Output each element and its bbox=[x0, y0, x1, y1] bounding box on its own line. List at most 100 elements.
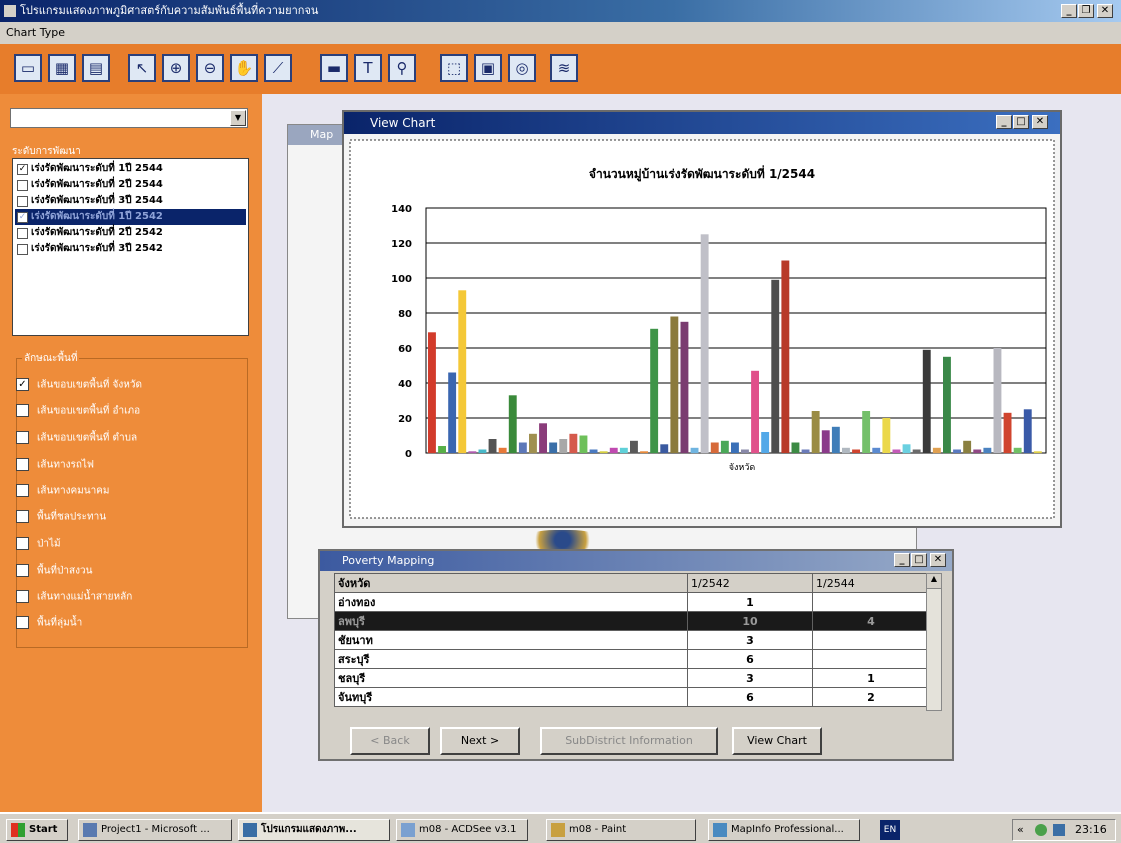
table-cell[interactable]: ชลบุรี bbox=[334, 668, 688, 688]
layer-control-icon[interactable]: ≋ bbox=[550, 54, 578, 82]
checkbox[interactable] bbox=[16, 484, 29, 497]
table-row[interactable]: ลพบุรี 10 4 bbox=[334, 611, 930, 631]
checkbox[interactable] bbox=[16, 404, 29, 417]
list-item[interactable]: เร่งรัดพัฒนาระดับที่ 2ปี 2542 bbox=[15, 225, 246, 241]
view-chart-button[interactable]: View Chart bbox=[732, 727, 822, 755]
grid-icon[interactable]: ▦ bbox=[48, 54, 76, 82]
pan-hand-icon[interactable]: ✋ bbox=[230, 54, 258, 82]
chart-window-title[interactable]: View Chart bbox=[344, 112, 1060, 134]
subdistrict-info-button[interactable]: SubDistrict Information bbox=[540, 727, 718, 755]
area-item[interactable]: พื้นที่ป่าสงวน bbox=[16, 564, 92, 579]
layers-icon[interactable]: ▤ bbox=[82, 54, 110, 82]
select-radius-icon[interactable]: ◎ bbox=[508, 54, 536, 82]
menu-chart-type[interactable]: Chart Type bbox=[6, 26, 65, 39]
chart-minimize-button[interactable]: _ bbox=[996, 115, 1012, 129]
chevron-down-icon[interactable]: ▼ bbox=[230, 110, 246, 126]
poverty-window-title[interactable]: Poverty Mapping bbox=[320, 551, 952, 571]
language-indicator[interactable]: EN bbox=[880, 820, 900, 840]
select-arrow-icon[interactable]: ↖ bbox=[128, 54, 156, 82]
area-item[interactable]: เส้นขอบเขตพื้นที่ ตำบล bbox=[16, 431, 137, 446]
table-row[interactable]: อ่างทอง 1 bbox=[334, 592, 930, 612]
checkbox[interactable] bbox=[16, 510, 29, 523]
checkbox[interactable]: ✓ bbox=[16, 378, 29, 391]
table-cell[interactable]: อ่างทอง bbox=[334, 592, 688, 612]
checkbox[interactable] bbox=[16, 616, 29, 629]
checkbox[interactable] bbox=[16, 590, 29, 603]
back-button[interactable]: < Back bbox=[350, 727, 430, 755]
table-cell[interactable]: 4 bbox=[812, 611, 930, 631]
table-cell[interactable]: 1 bbox=[812, 668, 930, 688]
list-item[interactable]: เร่งรัดพัฒนาระดับที่ 3ปี 2544 bbox=[15, 193, 246, 209]
table-cell[interactable]: สระบุรี bbox=[334, 649, 688, 669]
column-header[interactable]: 1/2544 bbox=[812, 573, 930, 593]
table-cell[interactable]: 3 bbox=[687, 630, 813, 650]
list-item[interactable]: ✓ เร่งรัดพัฒนาระดับที่ 1ปี 2544 bbox=[15, 161, 246, 177]
checkbox[interactable]: ✓ bbox=[17, 164, 28, 175]
column-header[interactable]: จังหวัด bbox=[334, 573, 688, 593]
zoom-out-icon[interactable]: ⊖ bbox=[196, 54, 224, 82]
checkbox[interactable] bbox=[17, 196, 28, 207]
pov-minimize-button[interactable]: _ bbox=[894, 553, 910, 567]
checkbox[interactable] bbox=[16, 458, 29, 471]
taskbar-item[interactable]: MapInfo Professional... bbox=[708, 819, 860, 841]
area-item[interactable]: เส้นทางคมนาคม bbox=[16, 484, 109, 499]
checkbox[interactable] bbox=[17, 228, 28, 239]
next-button[interactable]: Next > bbox=[440, 727, 520, 755]
table-cell[interactable]: 10 bbox=[687, 611, 813, 631]
table-cell[interactable]: 1 bbox=[687, 592, 813, 612]
area-item[interactable]: เส้นขอบเขตพื้นที่ อำเภอ bbox=[16, 404, 140, 419]
area-item[interactable]: พื้นที่ลุ่มน้ำ bbox=[16, 616, 82, 631]
table-row[interactable]: ชัยนาท 3 bbox=[334, 630, 930, 650]
table-row[interactable]: ชลบุรี 3 1 bbox=[334, 668, 930, 688]
list-item[interactable]: เร่งรัดพัฒนาระดับที่ 2ปี 2544 bbox=[15, 177, 246, 193]
list-item[interactable]: เร่งรัดพัฒนาระดับที่ 3ปี 2542 bbox=[15, 241, 246, 257]
table-cell[interactable] bbox=[812, 649, 930, 669]
table-cell[interactable] bbox=[812, 592, 930, 612]
tray-expand-icon[interactable]: « bbox=[1017, 820, 1024, 840]
taskbar-item[interactable]: m08 - Paint bbox=[546, 819, 696, 841]
checkbox[interactable] bbox=[16, 431, 29, 444]
checkbox[interactable] bbox=[17, 244, 28, 255]
checkbox[interactable] bbox=[16, 537, 29, 550]
table-cell[interactable]: ชัยนาท bbox=[334, 630, 688, 650]
checkbox[interactable]: ✓ bbox=[17, 212, 28, 223]
pov-maximize-button[interactable]: □ bbox=[911, 553, 927, 567]
table-cell[interactable] bbox=[812, 630, 930, 650]
taskbar-item[interactable]: m08 - ACDSee v3.1 bbox=[396, 819, 528, 841]
pov-close-button[interactable]: ✕ bbox=[930, 553, 946, 567]
column-header[interactable]: 1/2542 bbox=[687, 573, 813, 593]
close-button[interactable]: ✕ bbox=[1097, 4, 1113, 18]
taskbar-item[interactable]: Project1 - Microsoft ... bbox=[78, 819, 232, 841]
area-item[interactable]: เส้นทางรถไฟ bbox=[16, 458, 94, 473]
province-combo[interactable]: ▼ bbox=[10, 108, 248, 128]
label-icon[interactable]: ▬ bbox=[320, 54, 348, 82]
minimize-button[interactable]: _ bbox=[1061, 4, 1077, 18]
table-cell[interactable]: ลพบุรี bbox=[334, 611, 688, 631]
list-item[interactable]: ✓ เร่งรัดพัฒนาระดับที่ 1ปี 2542 bbox=[15, 209, 246, 225]
chart-close-button[interactable]: ✕ bbox=[1032, 115, 1048, 129]
scroll-up-icon[interactable]: ▲ bbox=[927, 574, 941, 589]
checkbox[interactable] bbox=[17, 180, 28, 191]
table-row[interactable]: จันทบุรี 6 2 bbox=[334, 687, 930, 707]
table-cell[interactable]: จันทบุรี bbox=[334, 687, 688, 707]
area-item[interactable]: พื้นที่ชลประทาน bbox=[16, 510, 106, 525]
area-item[interactable]: เส้นทางแม่น้ำสายหลัก bbox=[16, 590, 132, 605]
zoom-in-icon[interactable]: ⊕ bbox=[162, 54, 190, 82]
vertical-scrollbar[interactable]: ▲ bbox=[926, 573, 942, 711]
table-cell[interactable]: 6 bbox=[687, 687, 813, 707]
start-button[interactable]: Start bbox=[6, 819, 68, 841]
text-icon[interactable]: T bbox=[354, 54, 382, 82]
table-cell[interactable]: 2 bbox=[812, 687, 930, 707]
table-cell[interactable]: 3 bbox=[687, 668, 813, 688]
area-item[interactable]: ✓ เส้นขอบเขตพื้นที่ จังหวัด bbox=[16, 378, 142, 393]
checkbox[interactable] bbox=[16, 564, 29, 577]
table-cell[interactable]: 6 bbox=[687, 649, 813, 669]
pin-icon[interactable]: ⚲ bbox=[388, 54, 416, 82]
select-region-icon[interactable]: ⬚ bbox=[440, 54, 468, 82]
open-table-icon[interactable]: ▭ bbox=[14, 54, 42, 82]
area-item[interactable]: ป่าไม้ bbox=[16, 537, 61, 552]
ruler-icon[interactable]: ⟋ bbox=[264, 54, 292, 82]
table-row[interactable]: สระบุรี 6 bbox=[334, 649, 930, 669]
chart-maximize-button[interactable]: □ bbox=[1013, 115, 1029, 129]
taskbar-item[interactable]: โปรแกรมแสดงภาพ... bbox=[238, 819, 390, 841]
